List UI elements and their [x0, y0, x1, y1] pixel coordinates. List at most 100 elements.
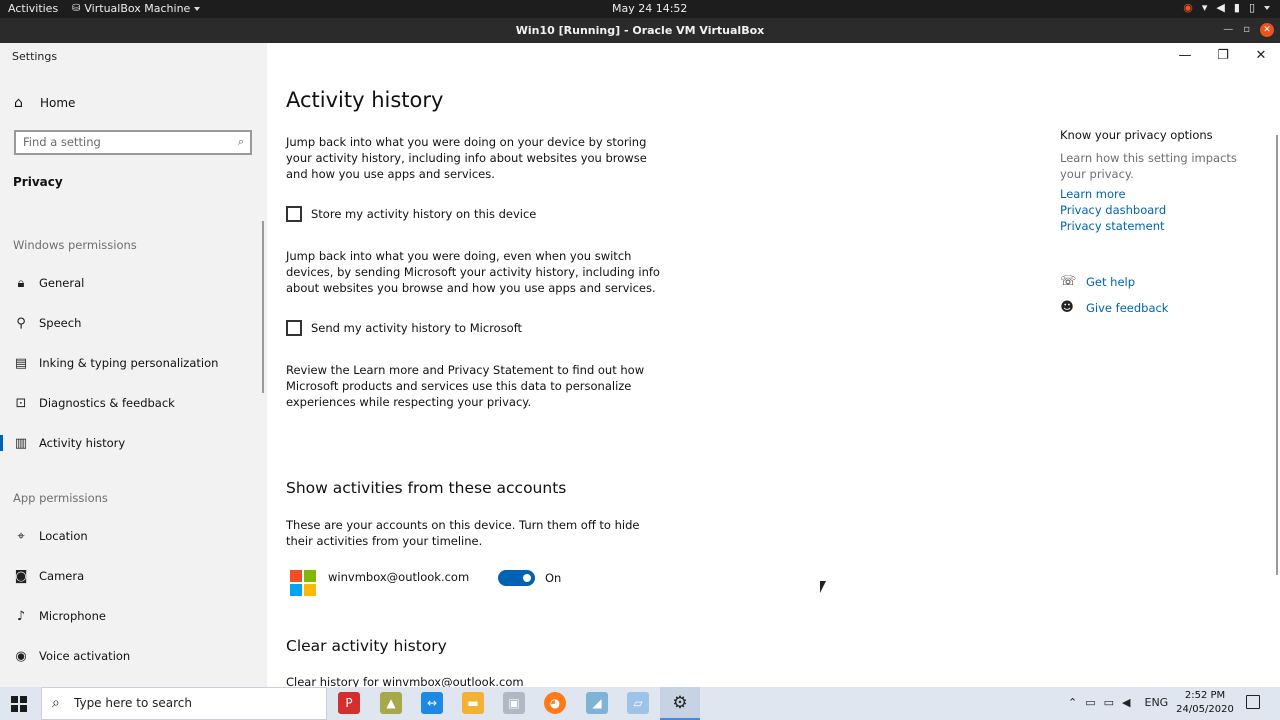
- location-icon: ⌖: [17, 528, 25, 544]
- send-history-checkbox[interactable]: Send my activity history to Microsoft: [286, 320, 522, 336]
- notification-icon[interactable]: [1246, 695, 1260, 709]
- gear-icon: ⚙: [672, 693, 688, 713]
- app-icon-2[interactable]: ▲: [380, 692, 402, 714]
- file-explorer-icon[interactable]: ▬: [462, 692, 484, 714]
- sidebar-item-diagnostics[interactable]: ⊡ Diagnostics & feedback: [0, 389, 260, 417]
- group-label-app-permissions: App permissions: [13, 491, 108, 505]
- account-email: winvmbox@outlook.com: [328, 570, 470, 584]
- vm-app-menu-label: VirtualBox Machine: [84, 2, 191, 15]
- close-icon[interactable]: ✕: [1260, 23, 1274, 37]
- intro-text: Jump back into what you were doing on yo…: [286, 135, 647, 181]
- wifi-icon: ▾: [1201, 1, 1208, 14]
- taskbar-clock[interactable]: 2:52 PM 24/05/2020: [1173, 689, 1237, 717]
- main-scrollbar[interactable]: [1276, 135, 1278, 575]
- virtualbox-title-bar: Win10 [Running] - Oracle VM VirtualBox —…: [0, 18, 1280, 43]
- minimize-icon[interactable]: —: [1166, 43, 1204, 69]
- give-feedback-link[interactable]: ☻ Give feedback: [1060, 300, 1168, 315]
- volume-icon: ◀: [1216, 1, 1225, 14]
- sidebar-item-label: Camera: [39, 569, 85, 583]
- sidebar-item-camera[interactable]: ◙ Camera: [0, 562, 260, 590]
- review-text: Review the Learn more and Privacy Statem…: [286, 363, 645, 409]
- sidebar-item-activity-history[interactable]: ▥ Activity history: [0, 429, 260, 457]
- learn-more-link[interactable]: Learn more: [1060, 187, 1126, 201]
- sidebar-item-general[interactable]: 🔒︎ General: [0, 269, 260, 297]
- volume-icon[interactable]: ◀: [1122, 696, 1130, 709]
- nav-home[interactable]: ⌂ Home: [14, 95, 75, 111]
- privacy-statement-link[interactable]: Privacy statement: [1060, 219, 1165, 233]
- get-help-label: Get help: [1086, 274, 1136, 289]
- sidebar-item-location[interactable]: ⌖ Location: [0, 522, 260, 550]
- search-icon: ⌕: [52, 695, 60, 711]
- voice-activation-icon: ◉: [15, 648, 27, 664]
- maximize-icon[interactable]: ▫: [1243, 23, 1250, 37]
- help-chat-icon: ☏: [1060, 274, 1077, 289]
- sidebar-item-label: Activity history: [39, 436, 126, 450]
- settings-taskbar-button[interactable]: ⚙: [660, 687, 700, 720]
- taskbar-time: 2:52 PM: [1184, 690, 1226, 701]
- sidebar-item-label: Location: [39, 529, 88, 543]
- firefox-icon[interactable]: ◕: [544, 692, 566, 714]
- close-icon[interactable]: ✕: [1242, 43, 1280, 69]
- get-help-link[interactable]: ☏ Get help: [1060, 274, 1135, 289]
- vm-app-menu[interactable]: ⛁ VirtualBox Machine: [72, 2, 201, 16]
- checkbox-box[interactable]: [286, 320, 302, 336]
- switch-devices-text: Jump back into what you were doing, even…: [286, 249, 660, 295]
- account-toggle[interactable]: [498, 570, 535, 586]
- sidebar-item-label: General: [39, 276, 85, 290]
- find-setting-search[interactable]: ⌕: [14, 130, 252, 155]
- microsoft-logo-icon: [290, 570, 317, 597]
- activities-button[interactable]: Activities: [8, 2, 58, 16]
- record-icon: ◉: [1183, 1, 1193, 14]
- page-title: Activity history: [286, 88, 444, 112]
- feedback-icon: ☻: [1060, 300, 1074, 315]
- sidebar-item-label: Voice activation: [39, 649, 131, 663]
- toggle-state-label: On: [545, 571, 562, 585]
- main-content: Activity history Jump back into what you…: [286, 43, 1046, 687]
- diagnostics-icon: ⊡: [15, 395, 27, 411]
- minimize-icon[interactable]: —: [1223, 23, 1233, 37]
- sidebar-item-inking-typing[interactable]: ▤ Inking & typing personalization: [0, 349, 260, 377]
- system-tray: ⌃ ▭ ▭ ◀ ENG: [1068, 696, 1168, 709]
- store-history-checkbox[interactable]: Store my activity history on this device: [286, 206, 536, 222]
- app-icon-8[interactable]: ▱: [627, 692, 649, 714]
- vbox-app-icon: ⛁: [72, 3, 81, 14]
- give-feedback-label: Give feedback: [1086, 300, 1169, 315]
- toggle-knob: [523, 574, 531, 582]
- ubuntu-top-bar: Activities ⛁ VirtualBox Machine May 24 1…: [0, 0, 1280, 18]
- display-icon[interactable]: ▭: [1104, 696, 1114, 709]
- top-bar-clock[interactable]: May 24 14:52: [612, 2, 687, 16]
- account-row: winvmbox@outlook.com On: [290, 570, 590, 600]
- privacy-dashboard-link[interactable]: Privacy dashboard: [1060, 203, 1166, 217]
- sidebar-scrollbar[interactable]: [262, 221, 264, 393]
- checkbox-label: Store my activity history on this device: [311, 207, 537, 221]
- restore-icon[interactable]: ❐: [1204, 43, 1242, 69]
- app-icon-7[interactable]: ◢: [586, 692, 608, 714]
- sidebar-item-label: Microphone: [39, 609, 106, 623]
- start-button[interactable]: [11, 696, 27, 712]
- chevron-down-icon: [194, 7, 201, 11]
- taskbar-search[interactable]: ⌕: [41, 687, 327, 720]
- app-icon-5[interactable]: ▣: [503, 692, 525, 714]
- language-indicator[interactable]: ENG: [1145, 696, 1169, 709]
- sidebar-item-speech[interactable]: ⚲ Speech: [0, 309, 260, 337]
- chevron-up-icon[interactable]: ⌃: [1068, 696, 1077, 709]
- accounts-text: These are your accounts on this device. …: [286, 518, 640, 548]
- taskbar-date: 24/05/2020: [1176, 704, 1234, 715]
- taskbar-search-input[interactable]: [74, 696, 314, 710]
- privacy-options-heading: Know your privacy options: [1060, 128, 1213, 142]
- sidebar-item-microphone[interactable]: ♪ Microphone: [0, 602, 260, 630]
- accounts-heading: Show activities from these accounts: [286, 479, 567, 497]
- network-icon[interactable]: ▭: [1085, 696, 1095, 709]
- mouse-cursor-icon: [820, 581, 826, 593]
- sidebar-item-voice-activation[interactable]: ◉ Voice activation: [0, 642, 260, 670]
- wps-app-icon[interactable]: P: [338, 692, 360, 714]
- virtualbox-window-title: Win10 [Running] - Oracle VM VirtualBox: [515, 24, 765, 37]
- nav-home-label: Home: [40, 96, 76, 110]
- checkbox-label: Send my activity history to Microsoft: [311, 321, 523, 335]
- system-status-area[interactable]: ◉ ▾ ◀ ▮ ▯: [1183, 1, 1270, 15]
- checkbox-box[interactable]: [286, 206, 302, 222]
- find-setting-input[interactable]: [23, 135, 223, 149]
- teamviewer-icon[interactable]: ↔: [421, 692, 443, 714]
- sidebar-item-label: Speech: [39, 316, 82, 330]
- battery-icon: ▯: [1248, 1, 1255, 14]
